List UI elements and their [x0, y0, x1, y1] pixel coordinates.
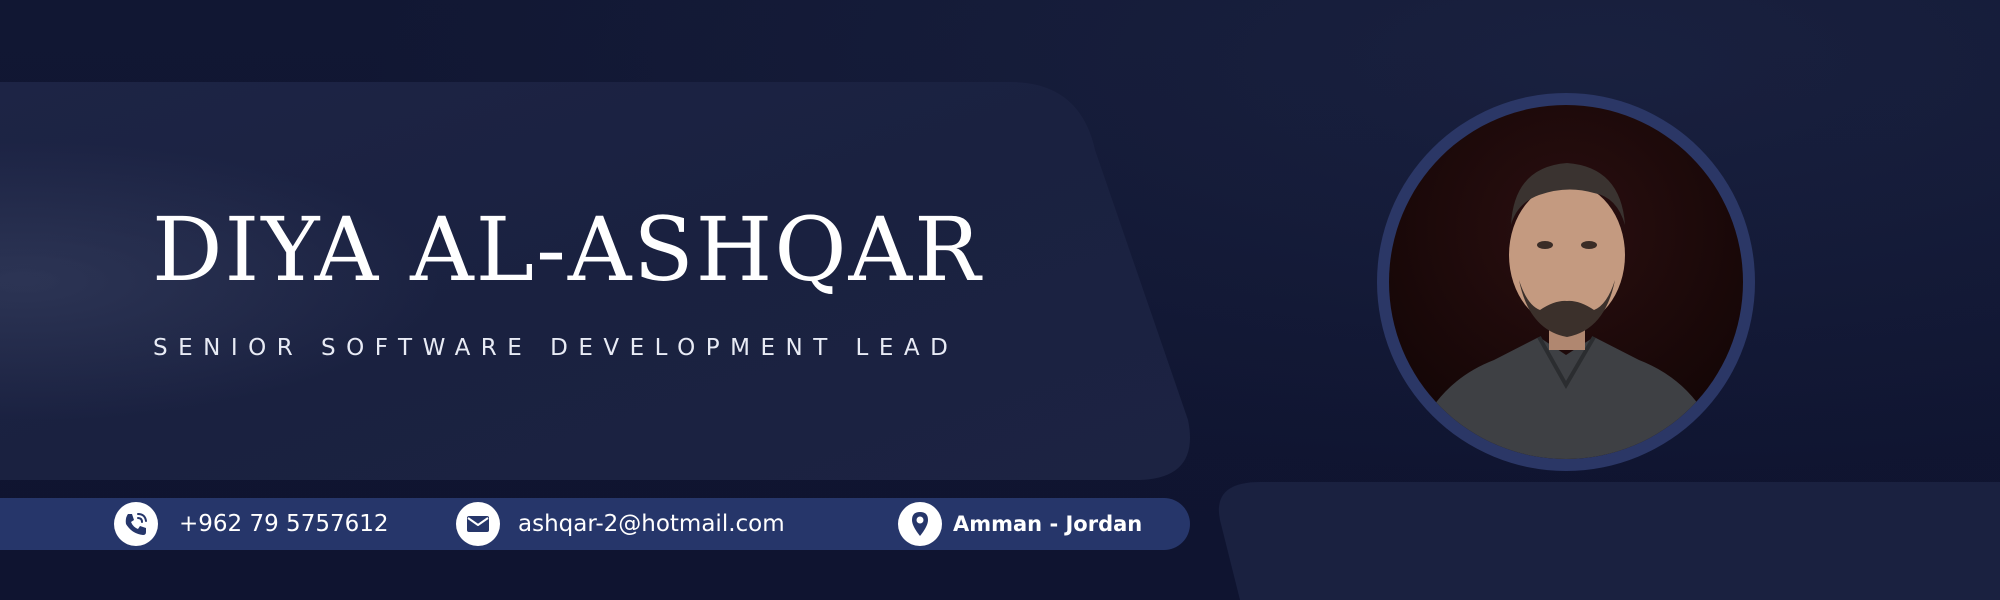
- phone-icon: [114, 502, 158, 546]
- email-address: ashqar-2@hotmail.com: [518, 511, 785, 537]
- profile-photo-portrait: [1389, 105, 1743, 459]
- phone-number: +962 79 5757612: [179, 511, 389, 537]
- profile-photo: [1377, 93, 1755, 471]
- corner-panel: [1218, 482, 2000, 600]
- contact-email[interactable]: ashqar-2@hotmail.com: [456, 498, 816, 550]
- email-icon: [456, 502, 500, 546]
- profile-title: SENIOR SOFTWARE DEVELOPMENT LEAD: [153, 335, 959, 361]
- profile-name: DIYA AL-ASHQAR: [152, 198, 983, 301]
- contact-location[interactable]: Amman - Jordan: [898, 498, 1158, 550]
- contact-phone[interactable]: +962 79 5757612: [114, 498, 404, 550]
- location-pin-icon: [898, 502, 942, 546]
- profile-banner: DIYA AL-ASHQAR SENIOR SOFTWARE DEVELOPME…: [0, 0, 2000, 600]
- contact-bar: +962 79 5757612 ashqar-2@hotmail.com Amm…: [0, 498, 1190, 550]
- location-text: Amman - Jordan: [953, 512, 1143, 536]
